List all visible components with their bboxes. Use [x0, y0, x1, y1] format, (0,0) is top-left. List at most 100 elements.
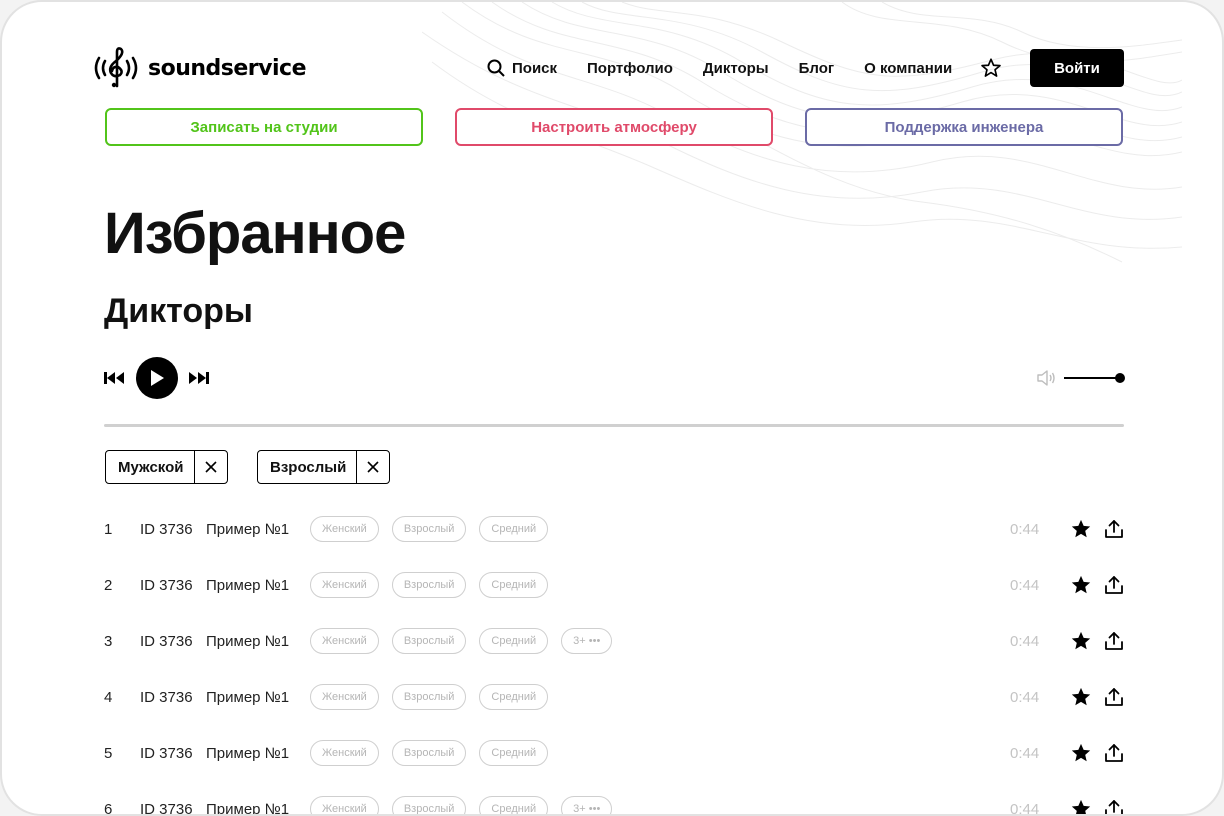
track-row[interactable]: 1 ID 3736 Пример №1 Женский Взрослый Средний 0… [104, 514, 1124, 544]
track-id: ID 3736 [140, 576, 193, 594]
track-tag: Взрослый [391, 740, 467, 766]
volume-slider[interactable] [1064, 369, 1125, 387]
track-name[interactable]: Пример №1 [206, 689, 310, 706]
favorite-star-icon[interactable] [1070, 798, 1092, 814]
page-title: Избранное [104, 201, 406, 266]
track-duration: 0:44 [1010, 520, 1040, 538]
track-id: ID 3736 [140, 744, 193, 762]
track-name[interactable]: Пример №1 [206, 801, 310, 815]
track-number: 6 [104, 800, 113, 816]
track-tag: Взрослый [391, 516, 467, 542]
login-button[interactable]: Войти [1030, 49, 1124, 87]
track-id: ID 3736 [140, 520, 193, 538]
audio-player [104, 357, 210, 399]
track-name[interactable]: Пример №1 [206, 521, 310, 538]
record-studio-button[interactable]: Записать на студии [105, 108, 423, 146]
track-tags: Женский Взрослый Средний 3+ ••• [310, 796, 613, 814]
remove-filter-button[interactable] [356, 451, 389, 483]
track-duration: 0:44 [1010, 576, 1040, 594]
track-tags: Женский Взрослый Средний [310, 740, 549, 766]
track-duration: 0:44 [1010, 744, 1040, 762]
track-tags: Женский Взрослый Средний [310, 516, 549, 542]
track-tag: Женский [310, 740, 379, 766]
section-title: Дикторы [104, 292, 253, 330]
play-icon [151, 370, 164, 386]
track-row[interactable]: 3 ID 3736 Пример №1 Женский Взрослый Средний 3… [104, 626, 1124, 656]
speaker-icon[interactable] [1036, 369, 1056, 387]
nav-portfolio[interactable]: Портфолио [587, 60, 673, 77]
track-tag: Взрослый [391, 628, 467, 654]
track-tag: Женский [310, 796, 379, 814]
track-number: 2 [104, 576, 113, 594]
track-name[interactable]: Пример №1 [206, 577, 310, 594]
track-row[interactable]: 4 ID 3736 Пример №1 Женский Взрослый Средний 0… [104, 682, 1124, 712]
track-duration: 0:44 [1010, 688, 1040, 706]
more-tags-button[interactable]: 3+ ••• [561, 628, 613, 654]
track-row[interactable]: 6 ID 3736 Пример №1 Женский Взрослый Средний 3… [104, 794, 1125, 816]
track-tag: Средний [479, 516, 549, 542]
track-tags: Женский Взрослый Средний [310, 572, 549, 598]
filter-chip-adult: Взрослый [257, 450, 391, 484]
share-icon[interactable] [1103, 686, 1125, 708]
track-tag: Средний [479, 572, 549, 598]
skip-back-icon[interactable] [104, 371, 126, 385]
track-tag: Средний [479, 740, 549, 766]
volume-level [1064, 377, 1120, 379]
close-icon [204, 461, 217, 473]
track-name[interactable]: Пример №1 [206, 633, 310, 650]
logo[interactable]: soundservice [90, 46, 307, 90]
close-icon [367, 461, 379, 473]
track-tag: Взрослый [391, 572, 467, 598]
track-duration: 0:44 [1010, 800, 1040, 816]
track-id: ID 3736 [140, 688, 193, 706]
share-icon[interactable] [1103, 798, 1125, 814]
filter-label: Мужской [118, 458, 184, 476]
track-number: 3 [104, 632, 113, 650]
treble-clef-logo-icon [94, 47, 138, 88]
favorite-star-icon[interactable] [1070, 518, 1092, 540]
playback-progress-bar[interactable] [104, 424, 1124, 427]
play-button[interactable] [136, 357, 178, 399]
track-duration: 0:44 [1010, 632, 1040, 650]
track-tags: Женский Взрослый Средний [310, 684, 549, 710]
more-tags-button[interactable]: 3+ ••• [561, 796, 613, 814]
track-tag: Взрослый [391, 684, 467, 710]
nav-voices[interactable]: Дикторы [703, 60, 769, 77]
track-tag: Женский [310, 572, 379, 598]
star-outline-icon[interactable] [980, 57, 1002, 79]
track-tag: Женский [310, 516, 379, 542]
favorite-star-icon[interactable] [1070, 686, 1092, 708]
favorite-star-icon[interactable] [1070, 574, 1092, 596]
track-name[interactable]: Пример №1 [206, 745, 310, 762]
track-tag: Женский [310, 628, 379, 654]
nav-about[interactable]: О компании [864, 60, 952, 77]
filter-label: Взрослый [270, 458, 347, 476]
track-number: 1 [104, 520, 113, 538]
skip-forward-icon[interactable] [188, 371, 210, 385]
share-icon[interactable] [1103, 518, 1125, 540]
favorite-star-icon[interactable] [1070, 630, 1092, 652]
share-icon[interactable] [1103, 630, 1125, 652]
track-number: 5 [104, 744, 113, 762]
volume-knob[interactable] [1115, 373, 1125, 383]
brand-name: soundservice [148, 55, 307, 81]
atmosphere-button[interactable]: Настроить атмосферу [455, 108, 773, 146]
search-icon [487, 59, 505, 77]
nav-blog[interactable]: Блог [799, 60, 835, 77]
track-tag: Средний [479, 684, 549, 710]
track-tag: Средний [479, 796, 549, 814]
engineer-support-button[interactable]: Поддержка инженера [805, 108, 1123, 146]
track-id: ID 3736 [140, 632, 193, 650]
remove-filter-button[interactable] [193, 451, 227, 483]
track-id: ID 3736 [140, 800, 193, 816]
track-number: 4 [104, 688, 113, 706]
main-nav: Поиск Портфолио Дикторы Блог О компании [486, 48, 1002, 88]
nav-search[interactable]: Поиск [486, 58, 557, 78]
share-icon[interactable] [1103, 574, 1125, 596]
share-icon[interactable] [1103, 742, 1125, 764]
track-row[interactable]: 5 ID 3736 Пример №1 Женский Взрослый Средний 0… [104, 738, 1124, 768]
favorite-star-icon[interactable] [1070, 742, 1092, 764]
track-tags: Женский Взрослый Средний 3+ ••• [310, 628, 613, 654]
track-row[interactable]: 2 ID 3736 Пример №1 Женский Взрослый Средний 0… [104, 570, 1124, 600]
track-tag: Средний [479, 628, 549, 654]
